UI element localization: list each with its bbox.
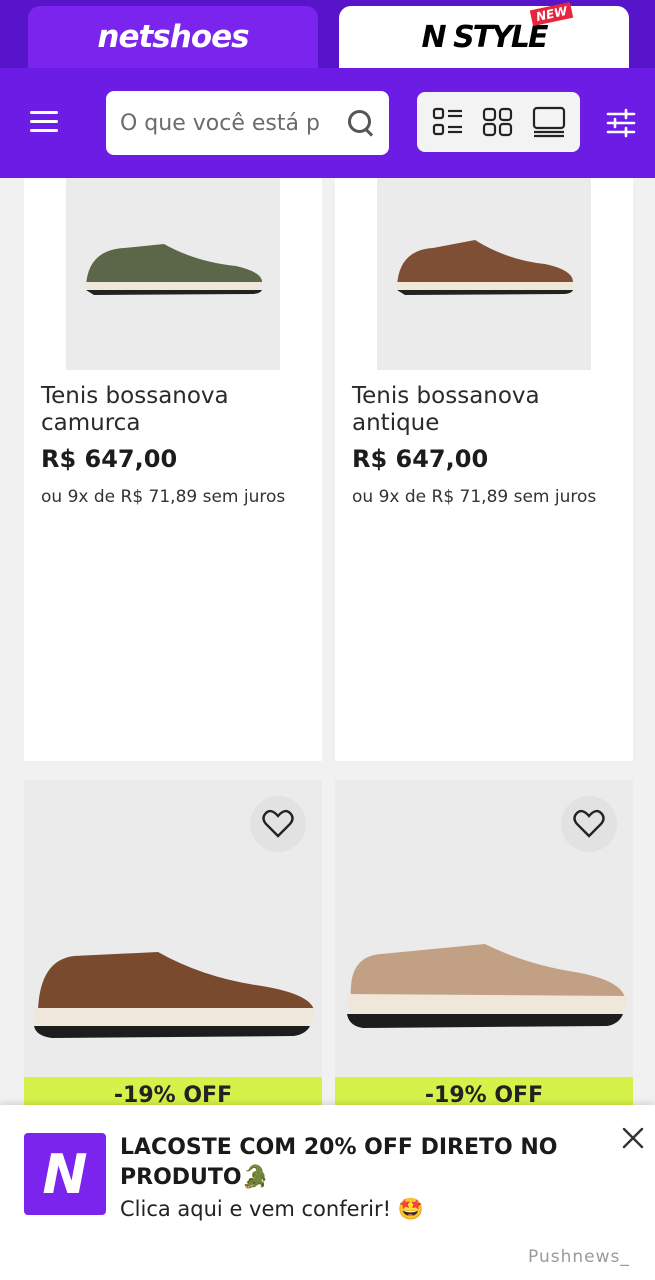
product-card[interactable]: Tenis bossanova camurca R$ 647,00 ou 9x … xyxy=(24,178,322,761)
product-installments: ou 9x de R$ 71,89 sem juros xyxy=(352,487,597,507)
store-tabbar: netshoes N STYLE NEW xyxy=(0,0,655,68)
product-price: R$ 647,00 xyxy=(352,445,489,473)
netshoes-app-logo: N xyxy=(24,1133,106,1215)
filter-sliders-icon[interactable] xyxy=(604,106,638,140)
product-image[interactable] xyxy=(377,178,591,370)
nstyle-logo: N STYLE NEW xyxy=(421,1,574,55)
product-card[interactable]: Tenis bossanova antique R$ 647,00 ou 9x … xyxy=(335,178,633,761)
app-header: netshoes N STYLE NEW xyxy=(0,0,655,178)
pushnews-brand: Pushnews_ xyxy=(528,1247,630,1267)
product-image[interactable] xyxy=(335,920,633,1060)
tab-nstyle[interactable]: N STYLE NEW xyxy=(339,1,629,68)
product-name[interactable]: Tenis bossanova antique xyxy=(352,383,622,437)
view-mode-toggle xyxy=(417,92,580,152)
list-view-icon[interactable] xyxy=(429,103,467,141)
heart-icon[interactable] xyxy=(250,796,306,852)
product-installments: ou 9x de R$ 71,89 sem juros xyxy=(41,487,286,507)
product-image[interactable] xyxy=(66,178,280,370)
search-icon[interactable] xyxy=(346,108,375,138)
close-icon[interactable] xyxy=(620,1125,646,1151)
search-input[interactable] xyxy=(120,110,338,136)
netshoes-logo: netshoes xyxy=(97,19,249,55)
product-image[interactable] xyxy=(24,860,322,1060)
tab-netshoes[interactable]: netshoes xyxy=(28,6,318,68)
product-card[interactable]: -19% OFF xyxy=(335,780,633,1117)
product-name[interactable]: Tenis bossanova camurca xyxy=(41,383,311,437)
nstyle-logo-text: N STYLE xyxy=(421,19,549,55)
hamburger-menu-icon[interactable] xyxy=(30,104,64,138)
push-title[interactable]: LACOSTE COM 20% OFF DIRETO NO PRODUTO🐊 xyxy=(120,1133,590,1193)
single-view-icon[interactable] xyxy=(530,103,568,141)
new-badge: NEW xyxy=(529,1,574,26)
product-price: R$ 647,00 xyxy=(41,445,178,473)
search-box xyxy=(106,91,389,155)
product-card[interactable]: -19% OFF xyxy=(24,780,322,1117)
grid-view-icon[interactable] xyxy=(479,103,517,141)
heart-icon[interactable] xyxy=(561,796,617,852)
push-body[interactable]: Clica aqui e vem conferir! 🤩 xyxy=(120,1197,424,1222)
